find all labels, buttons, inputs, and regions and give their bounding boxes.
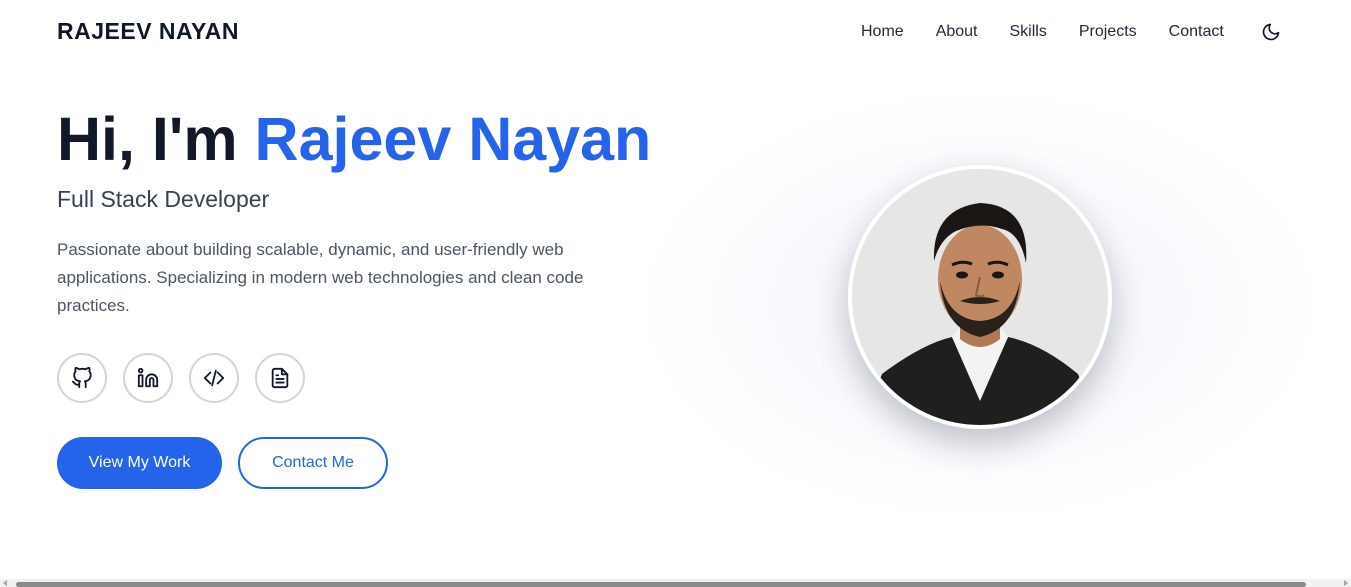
linkedin-button[interactable] [123, 353, 173, 403]
profile-photo [848, 165, 1112, 429]
social-links [57, 353, 305, 403]
resume-button[interactable] [255, 353, 305, 403]
nav-links: Home About Skills Projects Contact [861, 22, 1256, 42]
hero-greeting: Hi, I'm [57, 105, 255, 173]
code-profile-button[interactable] [189, 353, 239, 403]
scroll-left-icon[interactable] [3, 580, 7, 586]
nav-projects[interactable]: Projects [1079, 22, 1137, 42]
navbar: RAJEEV NAYAN Home About Skills Projects … [0, 0, 1351, 64]
moon-icon [1262, 23, 1280, 41]
nav-home[interactable]: Home [861, 22, 904, 42]
brand-logo[interactable]: RAJEEV NAYAN [57, 18, 239, 45]
hero-description: Passionate about building scalable, dyna… [57, 240, 584, 315]
profile-portrait-illustration [852, 169, 1108, 425]
hero-subtitle: Full Stack Developer [57, 186, 270, 212]
document-icon [271, 367, 289, 389]
nav-skills[interactable]: Skills [1010, 22, 1047, 42]
cta-buttons: View My Work Contact Me [57, 437, 388, 489]
nav-about[interactable]: About [936, 22, 978, 42]
hero-title: Hi, I'm Rajeev Nayan [57, 100, 657, 178]
scroll-right-icon[interactable] [1344, 580, 1348, 586]
contact-me-button[interactable]: Contact Me [238, 437, 388, 489]
linkedin-icon [137, 367, 159, 388]
code-icon [203, 369, 225, 387]
nav-contact[interactable]: Contact [1169, 22, 1224, 42]
horizontal-scrollbar[interactable] [0, 579, 1351, 587]
theme-toggle-button[interactable] [1258, 19, 1284, 45]
github-icon [71, 367, 92, 389]
view-my-work-button[interactable]: View My Work [57, 437, 222, 489]
hero-name: Rajeev Nayan [254, 105, 652, 173]
scrollbar-thumb[interactable] [16, 582, 1306, 587]
hero-section: Hi, I'm Rajeev Nayan Full Stack Develope… [57, 100, 657, 320]
github-button[interactable] [57, 353, 107, 403]
